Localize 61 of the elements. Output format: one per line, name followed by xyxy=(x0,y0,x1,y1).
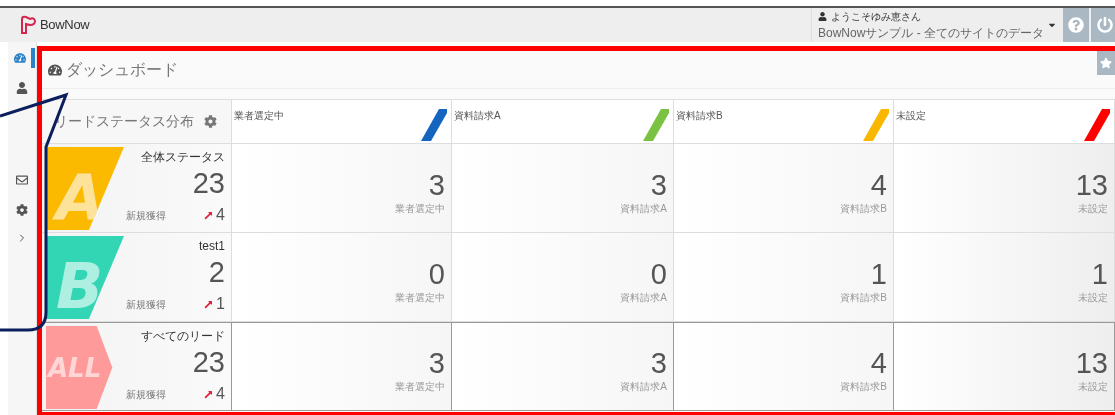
badge-letter: B xyxy=(55,255,104,319)
new-count: 4 xyxy=(216,384,225,404)
count-label: 資料請求A xyxy=(620,380,667,394)
count-value: 0 xyxy=(650,257,667,290)
new-label: 新規獲得 xyxy=(126,208,167,223)
row-name: すべてのリード xyxy=(141,329,225,344)
new-count: 1 xyxy=(216,294,225,314)
person-icon xyxy=(16,82,28,94)
count-label: 未設定 xyxy=(1078,201,1108,216)
gear-icon xyxy=(16,204,28,216)
count-label: 業者選定中 xyxy=(395,201,445,216)
new-label: 新規獲得 xyxy=(126,387,167,402)
count-label: 資料請求B xyxy=(840,290,887,305)
dashboard-title: ダッシュボード xyxy=(66,59,178,80)
count-value: 0 xyxy=(428,257,445,290)
help-button[interactable] xyxy=(1063,8,1089,42)
badge-letter: ALL xyxy=(46,351,102,385)
count-value: 4 xyxy=(870,168,887,201)
settings-icon[interactable] xyxy=(204,115,217,128)
count-value: 3 xyxy=(650,347,667,379)
count-label: 資料請求B xyxy=(840,201,887,216)
count-value: 1 xyxy=(870,257,887,290)
column-label: 資料請求A xyxy=(454,110,501,121)
favorite-button[interactable] xyxy=(1097,51,1115,75)
count-label: 資料請求A xyxy=(620,290,667,305)
count-label: 未設定 xyxy=(1078,290,1108,305)
power-icon xyxy=(1097,17,1113,33)
mail-icon xyxy=(16,174,28,186)
row-name: 全体ステータス xyxy=(141,150,225,165)
count-label: 未設定 xyxy=(1078,380,1108,394)
count-value: 1 xyxy=(1091,257,1108,290)
count-label: 業者選定中 xyxy=(395,380,445,394)
help-icon xyxy=(1068,17,1084,33)
power-button[interactable] xyxy=(1091,8,1115,42)
person-icon xyxy=(818,11,827,21)
count-value: 3 xyxy=(650,168,667,201)
column-label: 業者選定中 xyxy=(234,110,284,121)
count-value: 4 xyxy=(870,347,887,379)
row-total: 23 xyxy=(192,346,225,378)
row-total: 23 xyxy=(192,167,225,199)
dashboard-icon xyxy=(48,62,62,77)
column-label: 未設定 xyxy=(896,110,926,121)
site-name: BowNowサンプル - 全てのサイトのデータ xyxy=(818,24,1045,42)
new-label: 新規獲得 xyxy=(126,297,167,312)
column-label: 資料請求B xyxy=(676,110,723,121)
logo-text: BowNow xyxy=(40,16,90,35)
badge-letter: A xyxy=(46,166,104,230)
row-total: 2 xyxy=(208,256,225,288)
count-label: 資料請求B xyxy=(840,380,887,394)
count-value: 13 xyxy=(1075,168,1108,201)
count-label: 資料請求A xyxy=(620,201,667,216)
count-label: 業者選定中 xyxy=(395,290,445,305)
count-value: 3 xyxy=(428,168,445,201)
logo-icon xyxy=(18,15,38,35)
count-value: 3 xyxy=(428,347,445,379)
user-greeting: ようこそゆみ恵さん xyxy=(831,9,921,24)
dashboard-icon xyxy=(14,52,26,64)
star-icon xyxy=(1100,57,1112,69)
new-count: 4 xyxy=(216,205,225,225)
count-value: 13 xyxy=(1075,347,1108,379)
row-name: test1 xyxy=(199,239,225,254)
